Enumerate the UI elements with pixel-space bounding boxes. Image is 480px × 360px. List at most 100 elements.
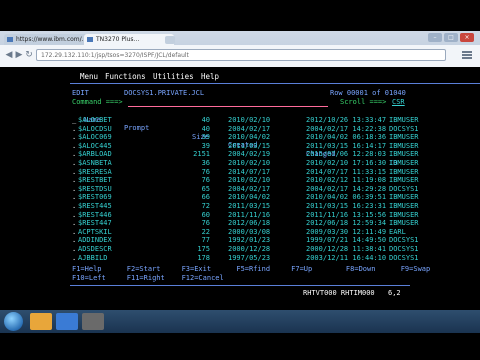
selection-field[interactable]: . bbox=[72, 254, 76, 263]
selection-field[interactable]: . bbox=[72, 176, 76, 185]
member-name: $REST069 bbox=[78, 193, 112, 202]
member-created: 1992/01/23 bbox=[228, 236, 271, 245]
selection-field[interactable]: . bbox=[72, 142, 76, 151]
member-id: IBMUSER bbox=[389, 150, 419, 159]
member-changed: 2011/11/16 13:15:56 bbox=[306, 210, 387, 219]
selection-field[interactable]: . bbox=[72, 193, 76, 202]
new-tab-button[interactable] bbox=[165, 36, 175, 44]
member-id: IBMUSER bbox=[389, 133, 419, 142]
member-size: 76 bbox=[201, 176, 210, 185]
selection-field[interactable]: . bbox=[72, 219, 76, 228]
tab-strip: https://www.ibm.com/... × TN3270 Plus...… bbox=[0, 31, 480, 45]
member-changed: 2000/12/28 11:38:41 bbox=[306, 245, 387, 253]
member-size: 60 bbox=[201, 210, 210, 219]
member-size: 175 bbox=[197, 245, 210, 253]
terminal-icon[interactable] bbox=[82, 313, 104, 330]
member-changed: 2015/07/06 12:28:03 bbox=[306, 150, 387, 159]
member-created: 2004/02/17 bbox=[228, 184, 271, 193]
browser-tab-2[interactable]: TN3270 Plus... × bbox=[84, 34, 174, 45]
selection-field[interactable]: . bbox=[72, 245, 76, 254]
member-size: 66 bbox=[201, 193, 210, 202]
member-created: 1997/05/23 bbox=[228, 253, 271, 262]
window-controls: – □ × bbox=[428, 33, 476, 43]
folder-icon[interactable] bbox=[30, 313, 52, 330]
menu-item-help[interactable]: Help bbox=[201, 72, 219, 82]
member-changed: 2004/02/17 14:22:38 bbox=[306, 124, 387, 133]
member-id: DOCSYS1 bbox=[389, 124, 419, 133]
command-label: Command ===> bbox=[72, 98, 123, 106]
member-size: 76 bbox=[201, 167, 210, 176]
edit-mode-label: EDIT bbox=[72, 89, 89, 97]
browser-icon[interactable] bbox=[56, 313, 78, 330]
selection-field[interactable]: . bbox=[72, 202, 76, 211]
close-window-button[interactable]: × bbox=[460, 33, 474, 42]
member-changed: 2012/10/26 13:33:47 bbox=[306, 116, 387, 124]
hamburger-menu-icon[interactable] bbox=[462, 51, 472, 60]
member-id: IBMUSER bbox=[389, 202, 419, 210]
member-id: EARL bbox=[389, 227, 406, 236]
cursor-position: 6,2 bbox=[388, 289, 401, 297]
forward-arrow-icon[interactable]: ▶ bbox=[14, 50, 24, 60]
selection-field[interactable]: _ bbox=[72, 116, 76, 125]
selection-field[interactable]: . bbox=[72, 159, 76, 168]
member-name: $RESRESA bbox=[78, 167, 112, 176]
member-name: $ALOC445 bbox=[78, 141, 112, 150]
menu-item-utilities[interactable]: Utilities bbox=[153, 72, 194, 82]
ispf-menu-bar: Menu Functions Utilities Help bbox=[70, 72, 480, 84]
member-size: 2151 bbox=[193, 150, 210, 159]
address-bar[interactable]: 172.29.132.110:1/jsp/tsos=3270/ISPF/JCL/… bbox=[36, 49, 446, 61]
member-id: DOCSYS1 bbox=[389, 236, 419, 245]
member-changed: 2010/04/02 06:39:51 bbox=[306, 193, 387, 202]
member-size: 178 bbox=[197, 253, 210, 262]
member-id: IBMUSER bbox=[389, 116, 419, 124]
browser-tab-1[interactable]: https://www.ibm.com/... × bbox=[4, 34, 94, 45]
member-name: $RESTBET bbox=[78, 176, 112, 185]
selection-field[interactable]: . bbox=[72, 211, 76, 220]
member-created: 2010/02/10 bbox=[228, 159, 271, 167]
start-orb-icon[interactable] bbox=[4, 312, 23, 331]
member-id: IBMUSER bbox=[389, 219, 419, 228]
member-name: $REST447 bbox=[78, 219, 112, 228]
member-size: 39 bbox=[201, 141, 210, 150]
maximize-button[interactable]: □ bbox=[444, 33, 458, 42]
selection-field[interactable]: . bbox=[72, 125, 76, 134]
member-changed: 2011/03/15 16:14:17 bbox=[306, 141, 387, 150]
member-created: 2000/12/28 bbox=[228, 245, 271, 253]
member-created: 2010/02/10 bbox=[228, 176, 271, 185]
reload-icon[interactable]: ↻ bbox=[24, 50, 34, 60]
selection-field[interactable]: . bbox=[72, 133, 76, 142]
member-size: 72 bbox=[201, 202, 210, 210]
member-created: 2004/02/19 bbox=[228, 150, 271, 159]
member-created: 2012/06/18 bbox=[228, 219, 271, 228]
member-changed: 2010/04/02 06:18:36 bbox=[306, 133, 387, 142]
selection-field[interactable]: . bbox=[72, 150, 76, 159]
member-id: DOCSYS1 bbox=[389, 245, 419, 253]
status-divider bbox=[70, 285, 410, 286]
member-created: 2014/07/17 bbox=[228, 167, 271, 176]
member-name: $ALOC069 bbox=[78, 133, 112, 142]
selection-field[interactable]: . bbox=[72, 236, 76, 245]
member-size: 40 bbox=[201, 124, 210, 133]
member-id: DOCSYS1 bbox=[389, 253, 419, 262]
selection-field[interactable]: . bbox=[72, 185, 76, 194]
member-name: $ALOCDSU bbox=[78, 124, 112, 133]
menu-item-menu[interactable]: Menu bbox=[80, 72, 98, 82]
member-name: $ASNBETA bbox=[78, 159, 112, 167]
member-id: IBMUSER bbox=[389, 176, 419, 185]
command-input[interactable] bbox=[128, 98, 328, 107]
scroll-value[interactable]: CSR bbox=[392, 98, 405, 107]
minimize-button[interactable]: – bbox=[428, 33, 442, 42]
member-row[interactable]: . AJBBILD 178 1997/05/23 2003/12/11 16:44:10… bbox=[0, 254, 480, 263]
selection-field[interactable]: . bbox=[72, 168, 76, 177]
member-id: IBMUSER bbox=[389, 159, 419, 167]
session-status: RHTVT000 RHTIM000 bbox=[303, 289, 375, 297]
selection-field[interactable]: . bbox=[72, 228, 76, 237]
menu-item-functions[interactable]: Functions bbox=[105, 72, 146, 82]
member-name: $RESTDSU bbox=[78, 184, 112, 193]
tn3270-terminal[interactable]: Menu Functions Utilities Help EDIT DOCSY… bbox=[0, 67, 480, 310]
page-favicon-icon bbox=[87, 37, 93, 42]
back-arrow-icon[interactable]: ◀ bbox=[4, 50, 14, 60]
member-size: 76 bbox=[201, 219, 210, 228]
member-name: ADDINDEX bbox=[78, 236, 112, 245]
member-changed: 2004/02/17 14:29:28 bbox=[306, 184, 387, 193]
